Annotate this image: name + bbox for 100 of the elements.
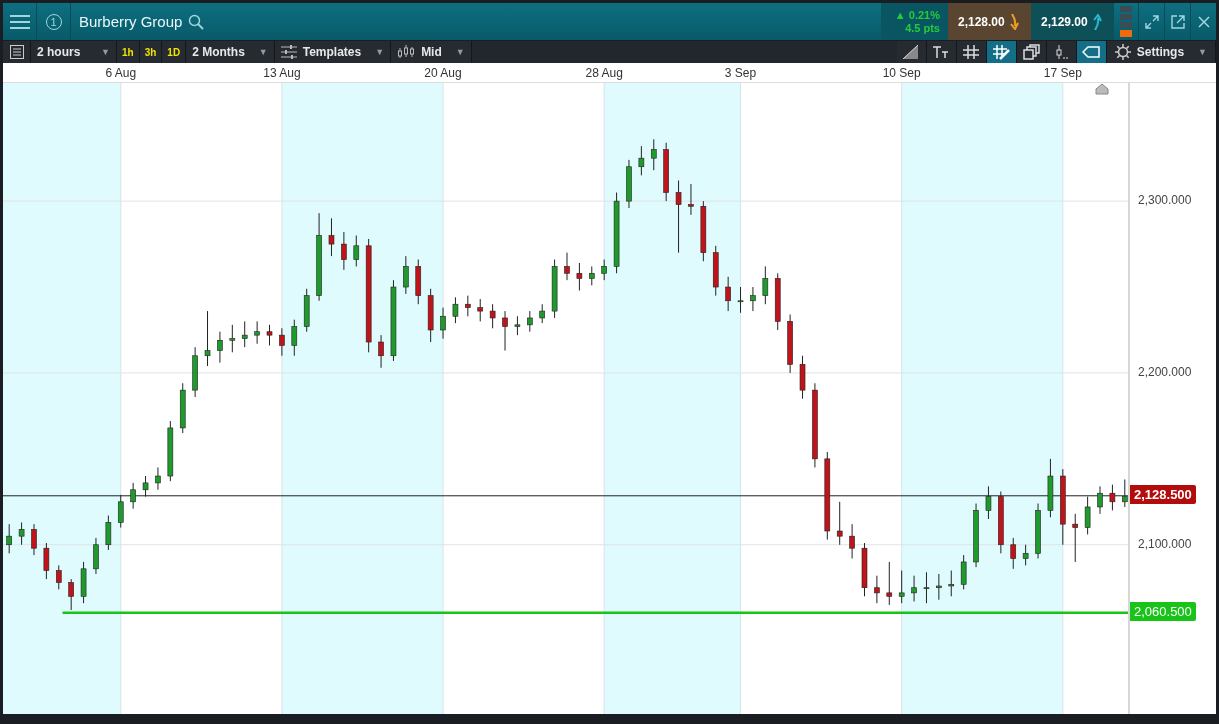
candle — [241, 320, 248, 348]
search-icon[interactable] — [188, 13, 205, 30]
buy-price-button[interactable]: 2,129.00 — [1031, 3, 1114, 40]
candle — [998, 491, 1004, 554]
price-tag: 2,060.500 — [1130, 601, 1196, 621]
candle — [353, 235, 360, 267]
candle — [1047, 458, 1054, 518]
date-label: 13 Aug — [263, 66, 301, 80]
candle — [836, 501, 843, 546]
candle — [589, 265, 595, 286]
text-tool[interactable] — [926, 41, 957, 63]
candle — [167, 420, 174, 482]
change-points: 4.5 pts — [905, 21, 940, 35]
window-number-button[interactable]: 1 — [37, 3, 71, 40]
candle — [31, 523, 37, 556]
candle — [638, 145, 645, 176]
down-arrow-icon — [1008, 13, 1019, 30]
candle — [477, 298, 484, 322]
trendline-icon — [902, 44, 921, 60]
text-icon — [932, 44, 951, 60]
candle — [93, 537, 99, 575]
candle — [229, 324, 236, 353]
caret-icon: ▼ — [455, 47, 465, 57]
marker-tool[interactable] — [1046, 41, 1077, 63]
candle — [291, 319, 298, 357]
menu-icon — [9, 13, 30, 30]
candle — [898, 570, 905, 604]
candle — [179, 382, 186, 434]
candle — [960, 554, 967, 590]
candle — [254, 320, 260, 345]
interval-dropdown[interactable]: 2 hours ▼ — [31, 41, 117, 63]
layers-tool[interactable] — [1016, 41, 1047, 63]
candle — [1109, 484, 1116, 511]
sliders-icon — [280, 45, 297, 59]
layers-icon — [1022, 44, 1041, 60]
candle — [142, 475, 149, 498]
caret-icon: ▼ — [375, 47, 385, 57]
candle — [539, 303, 545, 324]
trendline-tool[interactable] — [896, 41, 927, 63]
change-percent: ▲ 0.21% — [894, 8, 940, 22]
sell-price-button[interactable]: 2,128.00 — [948, 3, 1031, 40]
candle — [303, 288, 310, 333]
templates-dropdown[interactable]: Templates ▼ — [274, 41, 392, 63]
candle — [56, 564, 62, 590]
candle — [1010, 537, 1017, 570]
candle — [527, 310, 533, 333]
candle — [712, 245, 719, 297]
popout-icon — [1170, 14, 1185, 29]
label-tool[interactable] — [1076, 41, 1107, 63]
candle — [1022, 544, 1029, 566]
candle — [266, 324, 273, 346]
candle — [502, 310, 508, 352]
candle — [985, 485, 992, 520]
candle — [489, 303, 496, 329]
candle — [68, 578, 74, 611]
price-type-dropdown[interactable]: Mid ▼ — [391, 41, 472, 63]
candle — [911, 575, 917, 602]
quick-interval-button[interactable]: 1h — [117, 41, 140, 63]
caret-icon: ▼ — [101, 47, 110, 57]
quick-interval-button[interactable]: 3h — [139, 41, 163, 63]
candle — [774, 272, 781, 331]
settings-dropdown[interactable]: Settings ▼ — [1106, 41, 1216, 63]
grid-tool[interactable] — [956, 41, 987, 63]
date-label: 28 Aug — [585, 66, 623, 80]
candle — [601, 259, 607, 281]
candle — [626, 159, 632, 209]
candle — [861, 542, 868, 597]
candle — [192, 346, 198, 398]
candle — [725, 276, 731, 312]
date-label: 17 Sep — [1043, 66, 1082, 80]
date-label: 3 Sep — [724, 66, 757, 80]
candle — [750, 286, 756, 312]
candle — [80, 561, 87, 604]
candle — [6, 523, 12, 554]
candle — [787, 314, 793, 374]
price-tick-label: 2,200.000 — [1138, 364, 1192, 379]
grid-edit-tool[interactable] — [986, 41, 1017, 63]
price-tick-label: 2,300.000 — [1138, 193, 1192, 208]
candle — [117, 494, 124, 529]
signal-meter-icon — [1120, 5, 1132, 38]
list-button[interactable] — [3, 41, 31, 63]
up-arrow-icon — [1091, 13, 1102, 30]
candle — [403, 255, 409, 295]
window-title: Burberry Group — [79, 13, 183, 30]
candle — [452, 296, 459, 324]
caret-icon: ▼ — [258, 47, 268, 57]
candle — [465, 295, 471, 317]
range-dropdown[interactable]: 2 Months ▼ — [186, 41, 275, 63]
candle — [204, 310, 211, 367]
date-label: 20 Aug — [424, 66, 462, 80]
candle — [700, 200, 707, 262]
quick-interval-button[interactable]: 1D — [162, 41, 187, 63]
candle — [886, 561, 893, 606]
grid-edit-icon — [992, 44, 1011, 60]
candle — [688, 183, 694, 216]
candle — [650, 138, 657, 171]
candle — [936, 573, 942, 601]
candle — [378, 334, 384, 369]
candle — [43, 542, 50, 580]
candle — [1072, 513, 1078, 563]
